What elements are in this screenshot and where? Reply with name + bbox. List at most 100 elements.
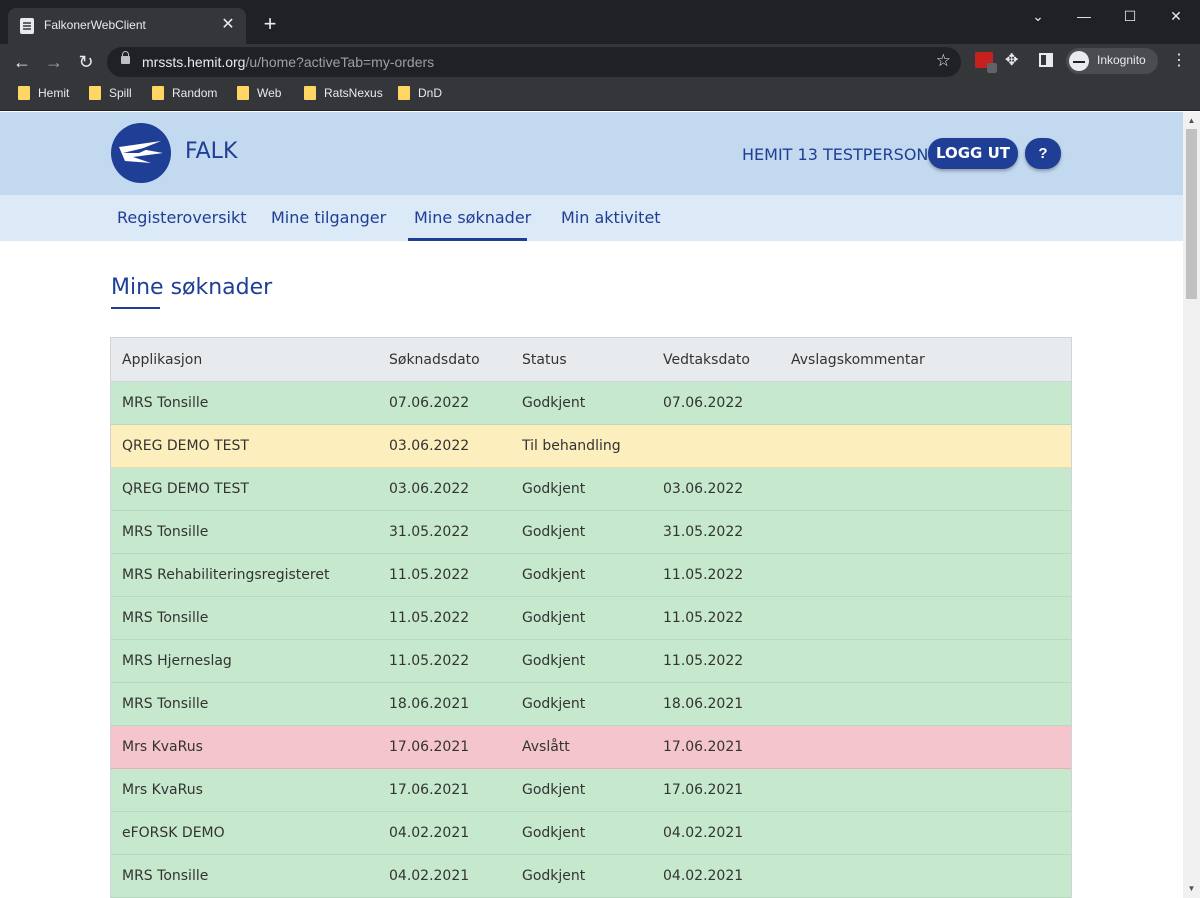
- table-row[interactable]: MRS Tonsille 11.05.2022 Godkjent 11.05.2022: [111, 597, 1071, 640]
- bookmark-folder[interactable]: Random: [150, 86, 217, 106]
- table-cell-applied: 04.02.2021: [389, 868, 470, 884]
- table-row[interactable]: Mrs KvaRus 17.06.2021 Godkjent 17.06.2021: [111, 769, 1071, 812]
- maximize-icon[interactable]: ☐: [1115, 4, 1145, 28]
- table-cell-decided: 18.06.2021: [663, 696, 744, 712]
- table-cell-app: Mrs KvaRus: [122, 739, 203, 755]
- table-cell-applied: 17.06.2021: [389, 739, 470, 755]
- table-cell-app: eFORSK DEMO: [122, 825, 225, 841]
- table-cell-decided: 31.05.2022: [663, 524, 744, 540]
- table-row[interactable]: MRS Rehabiliteringsregisteret 11.05.2022 G…: [111, 554, 1071, 597]
- falk-logo[interactable]: [111, 123, 171, 183]
- column-header[interactable]: Vedtaksdato: [663, 352, 750, 368]
- side-panel-icon[interactable]: [1039, 53, 1053, 67]
- column-header[interactable]: Avslagskommentar: [791, 352, 925, 368]
- browser-tab[interactable]: FalkonerWebClient ✕: [8, 8, 246, 44]
- new-tab-icon[interactable]: +: [258, 12, 282, 36]
- bookmark-folder[interactable]: RatsNexus: [302, 86, 383, 106]
- table-cell-status: Godkjent: [522, 567, 586, 583]
- table-cell-app: MRS Tonsille: [122, 610, 209, 626]
- column-header[interactable]: Applikasjon: [122, 352, 202, 368]
- table-cell-status: Godkjent: [522, 825, 586, 841]
- active-tab-indicator: [408, 238, 527, 241]
- tab-mine-soknader[interactable]: Mine søknader: [414, 208, 531, 227]
- table-cell-app: QREG DEMO TEST: [122, 481, 249, 497]
- table-cell-app: QREG DEMO TEST: [122, 438, 249, 454]
- bookmark-folder[interactable]: Web: [235, 86, 281, 106]
- tab-min-aktivitet[interactable]: Min aktivitet: [561, 208, 661, 227]
- column-header[interactable]: Status: [522, 352, 567, 368]
- url-text: mrssts.hemit.org/u/home?activeTab=my-ord…: [142, 54, 435, 70]
- table-cell-status: Godkjent: [522, 782, 586, 798]
- table-cell-status: Godkjent: [522, 696, 586, 712]
- scroll-up-icon[interactable]: ▲: [1183, 114, 1200, 128]
- table-cell-status: Godkjent: [522, 653, 586, 669]
- table-row[interactable]: MRS Hjerneslag 11.05.2022 Godkjent 11.05.20…: [111, 640, 1071, 683]
- bookmark-folder[interactable]: Hemit: [16, 86, 69, 106]
- more-menu-icon[interactable]: ⋮: [1171, 50, 1187, 70]
- column-header[interactable]: Søknadsdato: [389, 352, 480, 368]
- address-bar[interactable]: mrssts.hemit.org/u/home?activeTab=my-ord…: [107, 47, 961, 77]
- table-cell-applied: 17.06.2021: [389, 782, 470, 798]
- help-button[interactable]: ?: [1025, 138, 1061, 169]
- table-row[interactable]: MRS Tonsille 18.06.2021 Godkjent 18.06.2021: [111, 683, 1071, 726]
- table-cell-decided: 03.06.2022: [663, 481, 744, 497]
- table-cell-applied: 11.05.2022: [389, 653, 470, 669]
- title-underline: [111, 307, 160, 309]
- bookmark-folder[interactable]: DnD: [396, 86, 442, 106]
- table-cell-decided: 11.05.2022: [663, 567, 744, 583]
- table-cell-applied: 31.05.2022: [389, 524, 470, 540]
- table-cell-app: MRS Tonsille: [122, 524, 209, 540]
- puzzle-icon[interactable]: ✥: [1005, 50, 1018, 70]
- incognito-icon: [1069, 51, 1089, 71]
- extension-icon[interactable]: [975, 52, 997, 73]
- star-icon[interactable]: ☆: [936, 51, 951, 71]
- table-cell-status: Godkjent: [522, 524, 586, 540]
- site-header: FALK HEMIT 13 TESTPERSON LOGG UT ?: [0, 112, 1183, 195]
- table-cell-decided: 11.05.2022: [663, 653, 744, 669]
- scrollbar-thumb[interactable]: [1186, 129, 1197, 299]
- table-cell-decided: 04.02.2021: [663, 868, 744, 884]
- user-name: HEMIT 13 TESTPERSON: [742, 145, 929, 164]
- back-arrow-icon[interactable]: ←: [10, 50, 34, 74]
- table-row[interactable]: MRS Tonsille 07.06.2022 Godkjent 07.06.2022: [111, 382, 1071, 425]
- table-cell-app: Mrs KvaRus: [122, 782, 203, 798]
- browser-toolbar: ← → ↻ mrssts.hemit.org/u/home?activeTab=…: [0, 44, 1200, 80]
- table-header: Applikasjon Søknadsdato Status Vedtaksda…: [111, 338, 1071, 382]
- table-row[interactable]: MRS Tonsille 31.05.2022 Godkjent 31.05.2022: [111, 511, 1071, 554]
- bookmarks-bar: Hemit Spill Random Web RatsNexus DnD: [0, 80, 1200, 111]
- close-icon[interactable]: ✕: [218, 15, 238, 35]
- window-close-icon[interactable]: ✕: [1161, 4, 1191, 28]
- table-cell-status: Godkjent: [522, 395, 586, 411]
- logout-button[interactable]: LOGG UT: [928, 138, 1018, 169]
- brand-name: FALK: [185, 139, 238, 164]
- table-cell-applied: 04.02.2021: [389, 825, 470, 841]
- table-cell-app: MRS Tonsille: [122, 395, 209, 411]
- main-nav: Registeroversikt Mine tilganger Mine søk…: [0, 195, 1183, 241]
- table-cell-decided: 17.06.2021: [663, 739, 744, 755]
- table-cell-status: Avslått: [522, 739, 570, 755]
- incognito-badge[interactable]: Inkognito: [1066, 48, 1158, 74]
- table-cell-applied: 11.05.2022: [389, 610, 470, 626]
- orders-table: Applikasjon Søknadsdato Status Vedtaksda…: [110, 337, 1072, 898]
- tab-registeroversikt[interactable]: Registeroversikt: [117, 208, 247, 227]
- scroll-down-icon[interactable]: ▼: [1183, 882, 1200, 896]
- table-row[interactable]: MRS Tonsille 04.02.2021 Godkjent 04.02.2021: [111, 855, 1071, 898]
- page-icon: [20, 18, 34, 34]
- table-row[interactable]: QREG DEMO TEST 03.06.2022 Godkjent 03.06.20…: [111, 468, 1071, 511]
- table-cell-applied: 11.05.2022: [389, 567, 470, 583]
- table-row[interactable]: eFORSK DEMO 04.02.2021 Godkjent 04.02.2021: [111, 812, 1071, 855]
- reload-icon[interactable]: ↻: [74, 50, 98, 74]
- table-row[interactable]: Mrs KvaRus 17.06.2021 Avslått 17.06.2021: [111, 726, 1071, 769]
- forward-arrow-icon[interactable]: →: [42, 50, 66, 74]
- table-cell-status: Til behandling: [522, 438, 621, 454]
- browser-titlebar: FalkonerWebClient ✕ + ⌄ — ☐ ✕: [0, 0, 1200, 44]
- bookmark-folder[interactable]: Spill: [87, 86, 132, 106]
- page-viewport: FALK HEMIT 13 TESTPERSON LOGG UT ? Regis…: [0, 112, 1183, 898]
- table-cell-decided: 17.06.2021: [663, 782, 744, 798]
- table-row[interactable]: QREG DEMO TEST 03.06.2022 Til behandling: [111, 425, 1071, 468]
- minimize-icon[interactable]: —: [1069, 4, 1099, 28]
- chevron-down-icon[interactable]: ⌄: [1023, 4, 1053, 28]
- table-cell-status: Godkjent: [522, 610, 586, 626]
- scrollbar[interactable]: ▲ ▼: [1183, 112, 1200, 898]
- tab-mine-tilganger[interactable]: Mine tilganger: [271, 208, 386, 227]
